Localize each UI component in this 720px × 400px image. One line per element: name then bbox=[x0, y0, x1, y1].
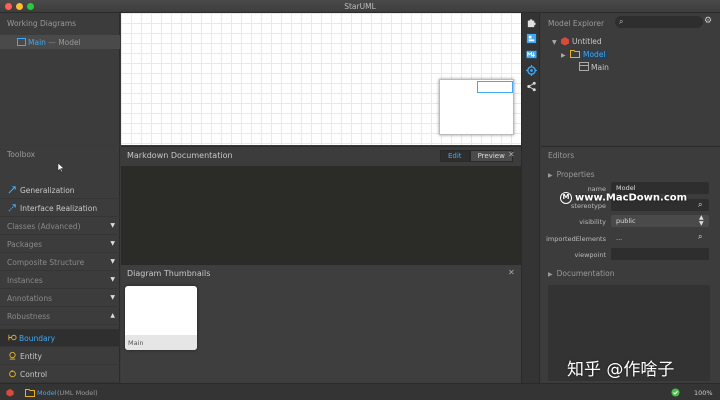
markdown-editor-textarea[interactable] bbox=[121, 166, 521, 265]
macdown-watermark: Mwww.MacDown.com bbox=[560, 192, 687, 204]
tool-interface-realization[interactable]: Interface Realization bbox=[0, 199, 120, 217]
share-icon[interactable] bbox=[526, 81, 537, 92]
properties-section-toggle[interactable]: ▶ Properties bbox=[548, 170, 595, 179]
project-icon bbox=[561, 37, 569, 46]
title-bar: StarUML bbox=[0, 0, 720, 13]
minimap[interactable] bbox=[439, 79, 514, 135]
working-diagram-owner: Model bbox=[58, 38, 81, 47]
toolbox-section-annotations[interactable]: Annotations ▼ bbox=[0, 289, 120, 307]
markdown-edit-tab[interactable]: Edit bbox=[440, 150, 470, 162]
cursor-pointer-icon bbox=[57, 162, 65, 173]
model-folder-icon bbox=[570, 50, 580, 58]
toolbox-toggle-icon[interactable] bbox=[526, 33, 537, 44]
chevron-right-icon: ▶ bbox=[548, 172, 553, 179]
diagram-thumbnails-panel: Diagram Thumbnails ✕ Main bbox=[121, 264, 521, 383]
tree-item-main[interactable]: Main bbox=[591, 63, 609, 72]
diagram-thumbnail-main[interactable]: Main bbox=[125, 286, 197, 350]
expand-triangle-icon[interactable]: ▼ bbox=[552, 39, 557, 46]
search-icon[interactable]: ⌕ bbox=[698, 232, 702, 242]
editors-header: Editors bbox=[548, 151, 575, 160]
model-folder-icon bbox=[25, 389, 35, 397]
generalization-arrow-icon bbox=[8, 186, 16, 194]
working-diagram-name: Main bbox=[28, 38, 46, 47]
updown-arrows-icon: ▲ ▼ bbox=[699, 214, 704, 227]
markdown-documentation-panel: Markdown Documentation Edit Preview ✕ bbox=[121, 146, 521, 265]
thumbnails-header: Diagram Thumbnails bbox=[127, 269, 211, 278]
zoom-level: 100% bbox=[694, 389, 713, 397]
toolbox-section-composite-structure[interactable]: Composite Structure ▼ bbox=[0, 253, 120, 271]
entity-icon bbox=[9, 351, 16, 360]
working-diagrams-panel: Working Diagrams Main — Model bbox=[0, 13, 120, 145]
prop-viewpoint-input[interactable] bbox=[611, 248, 709, 260]
toolbox-section-classes-advanced[interactable]: Classes (Advanced) ▼ bbox=[0, 217, 120, 235]
chevron-right-icon: ▶ bbox=[548, 271, 553, 278]
working-diagram-sep: — bbox=[48, 38, 56, 47]
tool-entity[interactable]: Entity bbox=[0, 347, 120, 365]
expand-triangle-icon[interactable]: ▶ bbox=[561, 52, 566, 59]
prop-imported-elements-value: ... bbox=[616, 234, 623, 242]
project-icon bbox=[6, 388, 14, 397]
navigator-icon[interactable] bbox=[526, 65, 537, 76]
documentation-section-toggle[interactable]: ▶ Documentation bbox=[548, 269, 614, 278]
zhihu-watermark: 知乎 @作啥子 bbox=[567, 360, 675, 380]
model-explorer-panel: Model Explorer ⌕ ⚙ ▼ Untitled ▶ Model Ma… bbox=[541, 13, 720, 145]
markdown-header: Markdown Documentation bbox=[127, 151, 233, 160]
status-model-link[interactable]: Model bbox=[37, 389, 57, 397]
prop-visibility-select[interactable]: public bbox=[611, 215, 709, 227]
status-bar: Model (UML Model) 100% bbox=[0, 383, 720, 400]
window-title: StarUML bbox=[344, 2, 376, 11]
extensions-puzzle-icon[interactable] bbox=[526, 17, 537, 28]
check-circle-icon bbox=[671, 388, 680, 397]
markdown-toggle-icon[interactable] bbox=[526, 49, 537, 60]
editors-panel: Editors ▶ Properties name Model stereotyp… bbox=[541, 146, 720, 383]
toolbox-section-instances[interactable]: Instances ▼ bbox=[0, 271, 120, 289]
thumbnail-label: Main bbox=[125, 335, 197, 350]
prop-visibility-label: visibility bbox=[579, 218, 606, 226]
toolbox-section-packages[interactable]: Packages ▼ bbox=[0, 235, 120, 253]
toolbox-panel: Toolbox Generalization Interface Realiza… bbox=[0, 146, 120, 383]
toolbox-header: Toolbox bbox=[7, 150, 36, 159]
working-diagram-item-main[interactable]: Main — Model bbox=[0, 35, 120, 49]
search-icon: ⌕ bbox=[619, 17, 624, 26]
close-icon[interactable]: ✕ bbox=[508, 150, 515, 159]
minimap-viewport[interactable] bbox=[477, 81, 513, 93]
chevron-down-icon: ▼ bbox=[110, 240, 115, 247]
chevron-down-icon: ▼ bbox=[110, 294, 115, 301]
close-icon[interactable]: ✕ bbox=[508, 268, 515, 277]
class-diagram-icon bbox=[17, 38, 26, 46]
toolbox-section-robustness[interactable]: Robustness ▲ bbox=[0, 307, 120, 325]
class-diagram-icon bbox=[579, 62, 589, 71]
boundary-icon bbox=[8, 334, 17, 341]
macdown-logo-icon: M bbox=[560, 192, 572, 204]
tree-item-untitled[interactable]: Untitled bbox=[572, 37, 602, 46]
chevron-down-icon: ▼ bbox=[110, 258, 115, 265]
tree-item-model[interactable]: Model bbox=[581, 50, 608, 59]
control-icon bbox=[9, 369, 16, 378]
model-explorer-header: Model Explorer bbox=[548, 19, 605, 28]
tool-boundary[interactable]: Boundary bbox=[0, 329, 120, 347]
model-explorer-search-input[interactable]: ⌕ bbox=[615, 16, 703, 28]
chevron-down-icon: ▼ bbox=[110, 222, 115, 229]
tool-generalization[interactable]: Generalization bbox=[0, 181, 120, 199]
tool-control[interactable]: Control bbox=[0, 365, 120, 383]
status-model-type: (UML Model) bbox=[57, 389, 98, 397]
interface-realization-icon bbox=[8, 204, 16, 212]
diagram-canvas[interactable] bbox=[121, 13, 521, 145]
prop-imported-elements-label: importedElements bbox=[546, 235, 606, 243]
chevron-up-icon: ▲ bbox=[110, 312, 115, 319]
markdown-preview-tab[interactable]: Preview bbox=[469, 150, 513, 162]
gear-icon[interactable]: ⚙ bbox=[704, 16, 712, 26]
chevron-down-icon: ▼ bbox=[110, 276, 115, 283]
search-icon[interactable]: ⌕ bbox=[698, 200, 702, 210]
working-diagrams-header: Working Diagrams bbox=[7, 19, 77, 28]
sidebar-toolstrip bbox=[521, 13, 540, 383]
prop-viewpoint-label: viewpoint bbox=[574, 251, 606, 259]
